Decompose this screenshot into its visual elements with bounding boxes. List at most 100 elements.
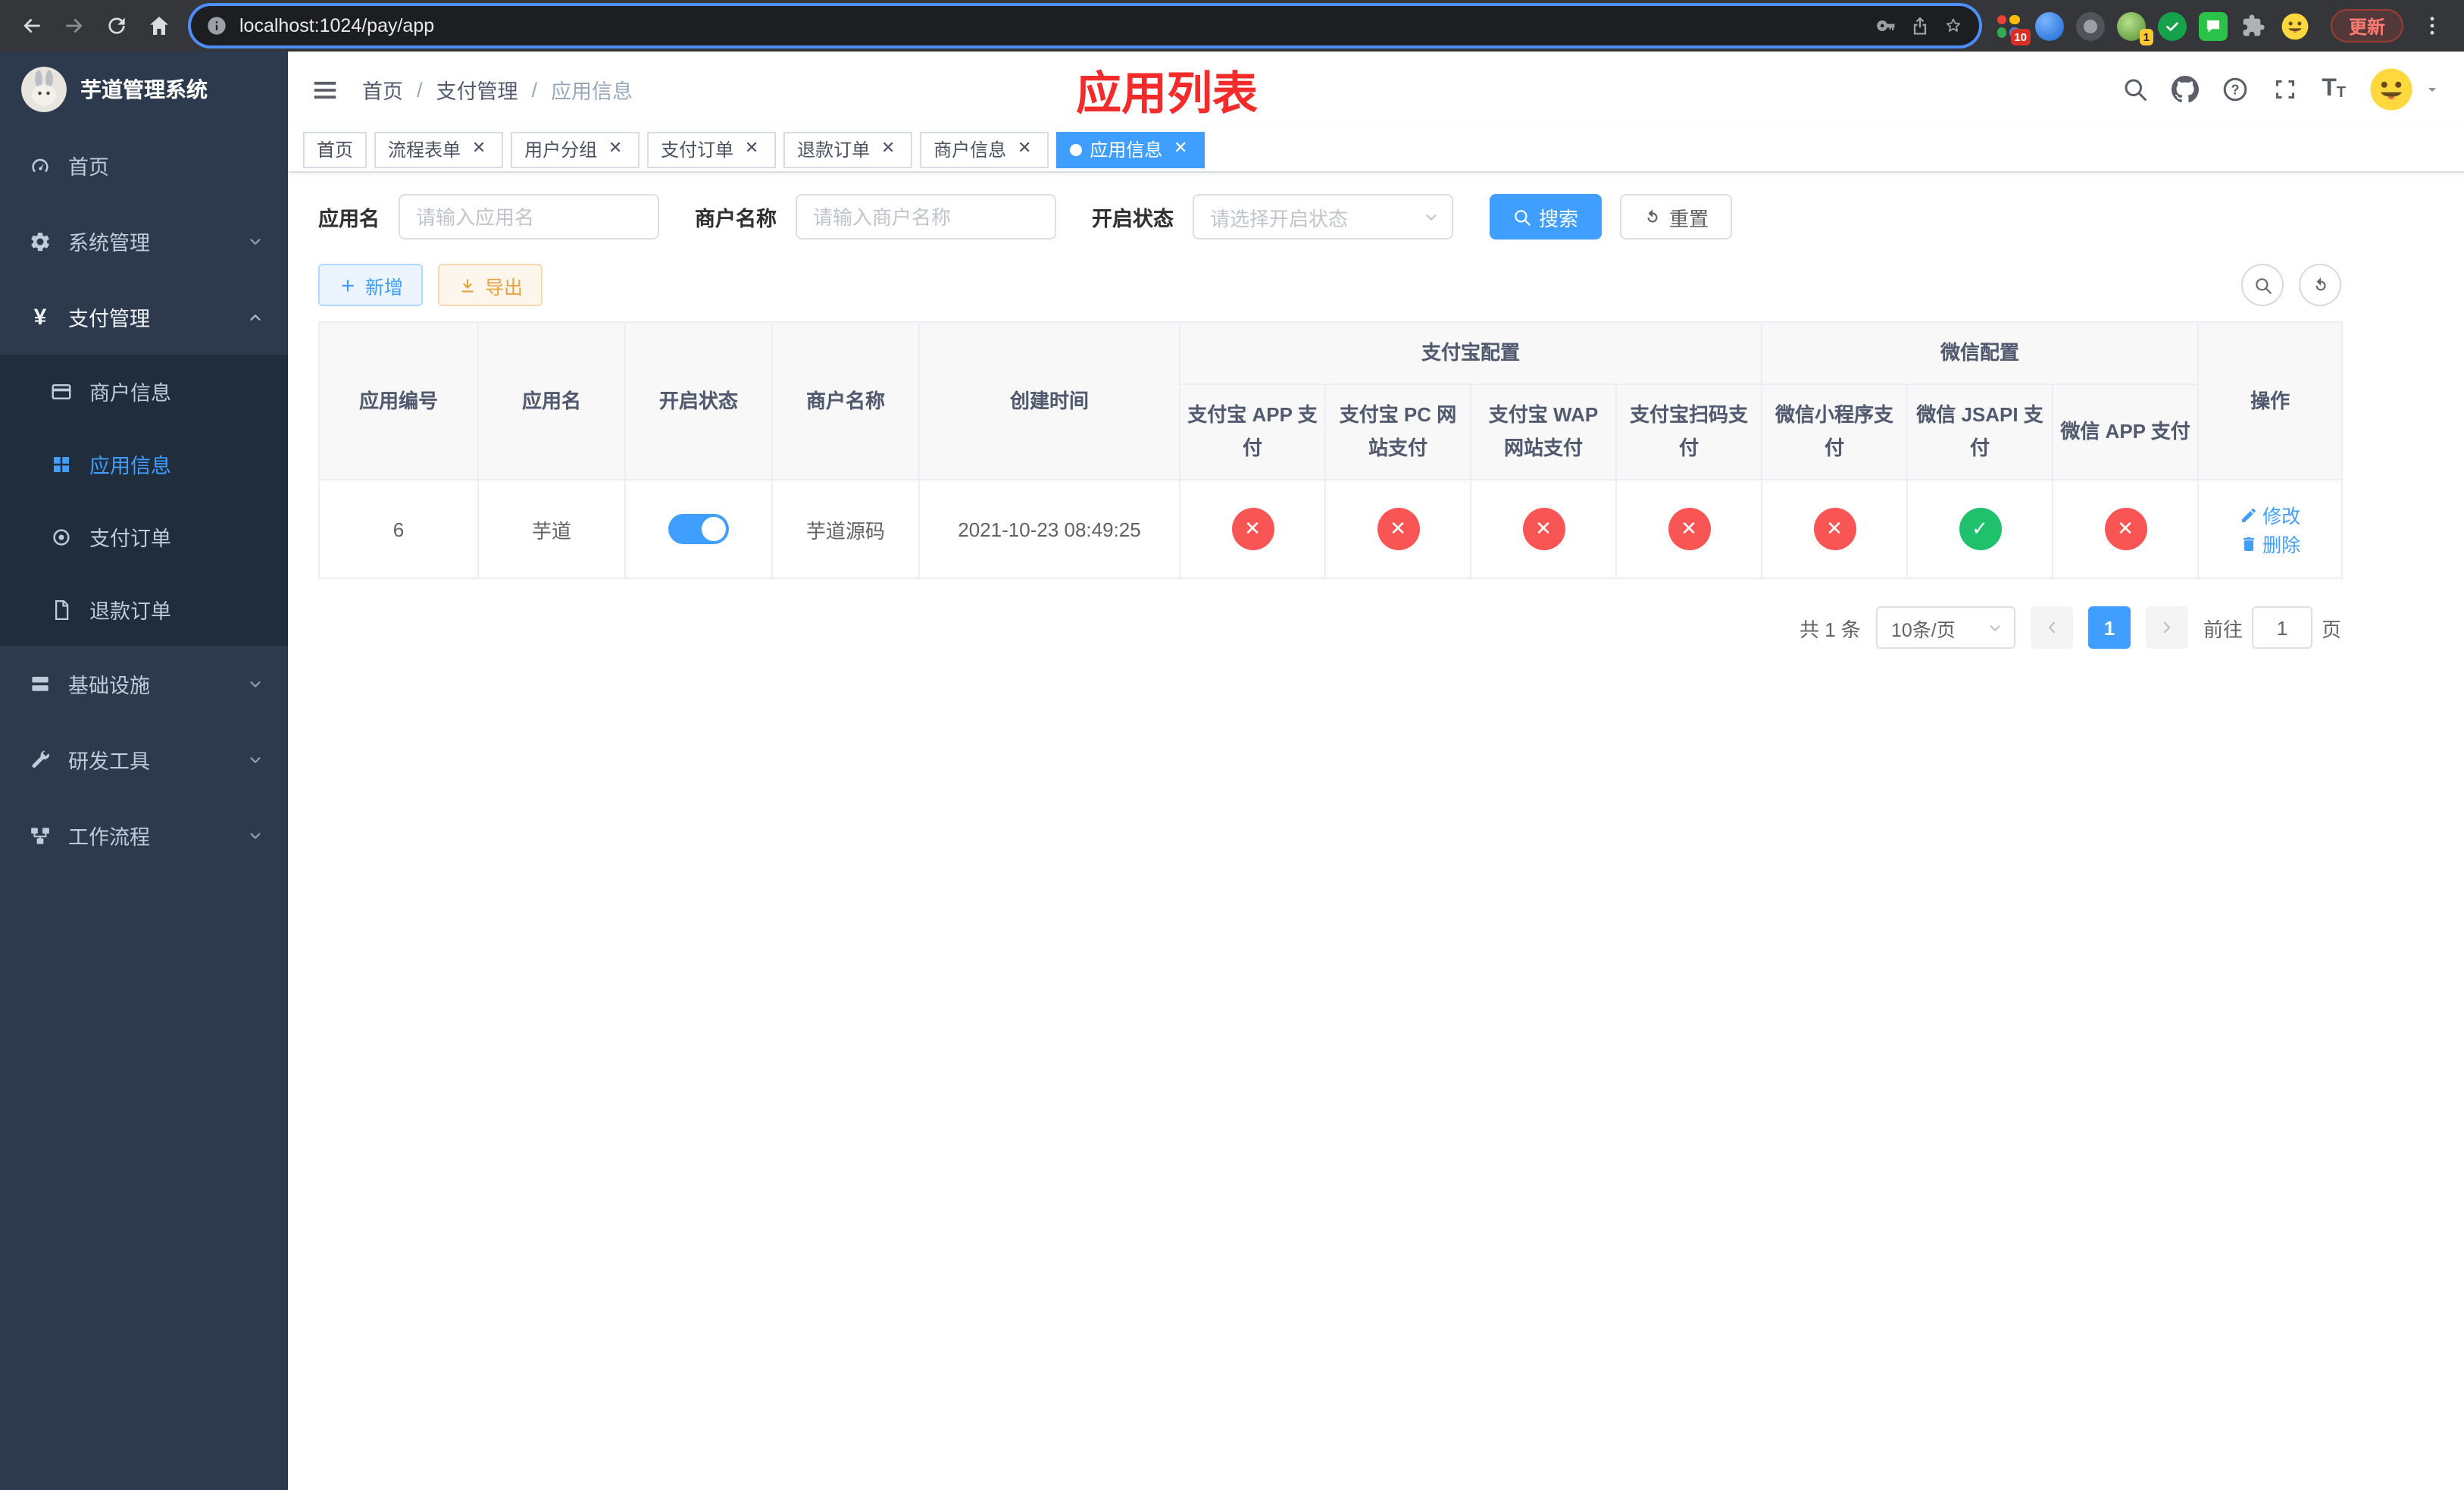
breadcrumb-payment[interactable]: 支付管理: [436, 74, 518, 105]
tab-pay-orders[interactable]: 支付订单 ✕: [647, 131, 777, 167]
gear-icon: [29, 230, 52, 252]
edit-link[interactable]: 修改: [2240, 501, 2300, 530]
dashboard-icon: [29, 154, 52, 177]
ext-emoji-icon[interactable]: [2281, 11, 2309, 40]
navbar: 首页 / 支付管理 / 应用信息 应用列表 TT: [288, 52, 2464, 127]
browser-home-icon[interactable]: [139, 6, 179, 45]
breadcrumb-home[interactable]: 首页: [362, 74, 403, 105]
font-size-icon[interactable]: TT: [2322, 77, 2346, 102]
browser-back-icon[interactable]: [12, 6, 52, 45]
close-icon[interactable]: ✕: [1014, 139, 1035, 160]
cell-merchant: 芋道源码: [771, 479, 920, 580]
sidebar-item-dev-tools[interactable]: 研发工具: [0, 722, 288, 797]
chevron-down-icon: [247, 827, 264, 844]
address-bar[interactable]: [191, 6, 1979, 45]
close-icon[interactable]: ✕: [468, 139, 489, 160]
status-select[interactable]: 请选择开启状态: [1192, 194, 1452, 239]
password-key-icon[interactable]: [1876, 15, 1897, 36]
ext-badge: 1: [2139, 29, 2153, 45]
sidebar-item-infrastructure[interactable]: 基础设施: [0, 646, 288, 722]
sidebar-item-home[interactable]: 首页: [0, 127, 288, 203]
tab-home[interactable]: 首页: [303, 131, 367, 167]
prev-page-button[interactable]: [2030, 606, 2073, 650]
ext-gem-icon[interactable]: [2034, 11, 2064, 40]
sidebar-item-payment[interactable]: ¥ 支付管理: [0, 279, 288, 355]
content: 应用名 商户名称 开启状态 请选择开启状态 搜索 重置: [288, 173, 2464, 1490]
status-toggle[interactable]: [668, 514, 729, 545]
browser-reload-icon[interactable]: [97, 6, 136, 45]
col-alipay-qr: 支付宝扫码支付: [1615, 383, 1763, 481]
tab-process-form[interactable]: 流程表单 ✕: [374, 131, 504, 167]
ext-tab-manager-icon[interactable]: 10: [1994, 11, 2031, 45]
next-page-button[interactable]: [2145, 606, 2188, 650]
chevron-down-icon: [1987, 620, 2003, 637]
merchant-name-input[interactable]: [795, 194, 1055, 239]
sidebar-toggle-icon[interactable]: [311, 75, 339, 104]
sidebar-item-merchant-info[interactable]: 商户信息: [0, 355, 288, 427]
page-size-select[interactable]: 10条/页: [1875, 606, 2015, 650]
browser-forward-icon[interactable]: [55, 6, 94, 45]
col-created: 创建时间: [918, 321, 1180, 481]
refresh-icon: [2310, 275, 2330, 295]
ext-badge: 10: [2010, 29, 2031, 45]
chevron-left-icon: [2043, 619, 2061, 637]
share-icon[interactable]: [1909, 15, 1931, 36]
ext-check-icon[interactable]: [2157, 11, 2187, 40]
status-x-icon: [1377, 508, 1419, 551]
ext-puzzle-icon[interactable]: [2240, 11, 2269, 40]
sidebar-item-refund-orders[interactable]: 退款订单: [0, 573, 288, 646]
goto-label: 前往: [2203, 618, 2243, 641]
page-number-button[interactable]: 1: [2087, 606, 2131, 650]
close-icon[interactable]: ✕: [605, 139, 626, 160]
status-check-icon: [1959, 508, 2002, 551]
refresh-table-button[interactable]: [2299, 264, 2341, 306]
tab-app-info[interactable]: 应用信息 ✕: [1056, 131, 1205, 167]
tags-view: 首页 流程表单 ✕ 用户分组 ✕ 支付订单 ✕ 退款订单 ✕ 商户信息 ✕ 应用…: [288, 127, 2464, 173]
sidebar-item-pay-orders[interactable]: 支付订单: [0, 500, 288, 573]
search-icon[interactable]: [2122, 76, 2149, 103]
github-icon[interactable]: [2172, 76, 2199, 103]
goto-input[interactable]: [2251, 606, 2312, 650]
tab-user-group[interactable]: 用户分组 ✕: [511, 131, 640, 167]
add-button[interactable]: 新增: [318, 264, 424, 306]
ext-chat-icon[interactable]: [2198, 11, 2228, 40]
sidebar-item-label: 退款订单: [89, 600, 171, 623]
search-button[interactable]: 搜索: [1489, 194, 1602, 239]
sidebar-item-workflow[interactable]: 工作流程: [0, 797, 288, 873]
tab-refund-orders[interactable]: 退款订单 ✕: [783, 131, 913, 167]
sidebar-item-app-info[interactable]: 应用信息: [0, 427, 288, 500]
delete-link[interactable]: 删除: [2240, 530, 2300, 559]
browser-update-button[interactable]: 更新: [2330, 9, 2403, 42]
close-icon[interactable]: ✕: [877, 139, 899, 160]
reset-button[interactable]: 重置: [1619, 194, 1732, 239]
credit-card-icon: [50, 380, 73, 402]
toggle-search-button[interactable]: [2241, 264, 2284, 306]
help-icon[interactable]: [2222, 76, 2249, 103]
close-icon[interactable]: ✕: [741, 139, 762, 160]
ext-avatar-icon[interactable]: 1: [2116, 11, 2153, 45]
browser-menu-icon[interactable]: [2412, 6, 2452, 45]
app-title: 芋道管理系统: [80, 77, 208, 102]
export-button[interactable]: 导出: [438, 264, 543, 306]
fullscreen-icon[interactable]: [2272, 76, 2299, 103]
user-menu[interactable]: [2369, 67, 2441, 112]
sidebar-logo[interactable]: 芋道管理系统: [0, 52, 288, 127]
site-info-icon[interactable]: [206, 15, 227, 36]
breadcrumb: 首页 / 支付管理 / 应用信息: [362, 74, 633, 105]
bookmark-star-icon[interactable]: [1943, 15, 1964, 36]
app-name-input[interactable]: [398, 194, 658, 239]
tab-merchant-info[interactable]: 商户信息 ✕: [920, 131, 1049, 167]
cell-alipay-pc: [1324, 479, 1471, 580]
ext-globe-icon[interactable]: [2075, 11, 2105, 40]
close-icon[interactable]: ✕: [1170, 139, 1191, 160]
screen: 10 1 更新 芋道管理系统: [0, 0, 2464, 1490]
url-input[interactable]: [239, 15, 1864, 36]
toolbar-right: [2241, 264, 2341, 306]
sidebar-item-system[interactable]: 系统管理: [0, 203, 288, 279]
col-alipay-wap: 支付宝 WAP 网站支付: [1470, 383, 1617, 481]
cell-ops: 修改 删除: [2197, 479, 2344, 580]
caret-down-icon: [2423, 80, 2441, 99]
refresh-icon: [1642, 207, 1662, 227]
logo-avatar: [21, 67, 67, 112]
merchant-name-label: 商户名称: [695, 208, 777, 230]
